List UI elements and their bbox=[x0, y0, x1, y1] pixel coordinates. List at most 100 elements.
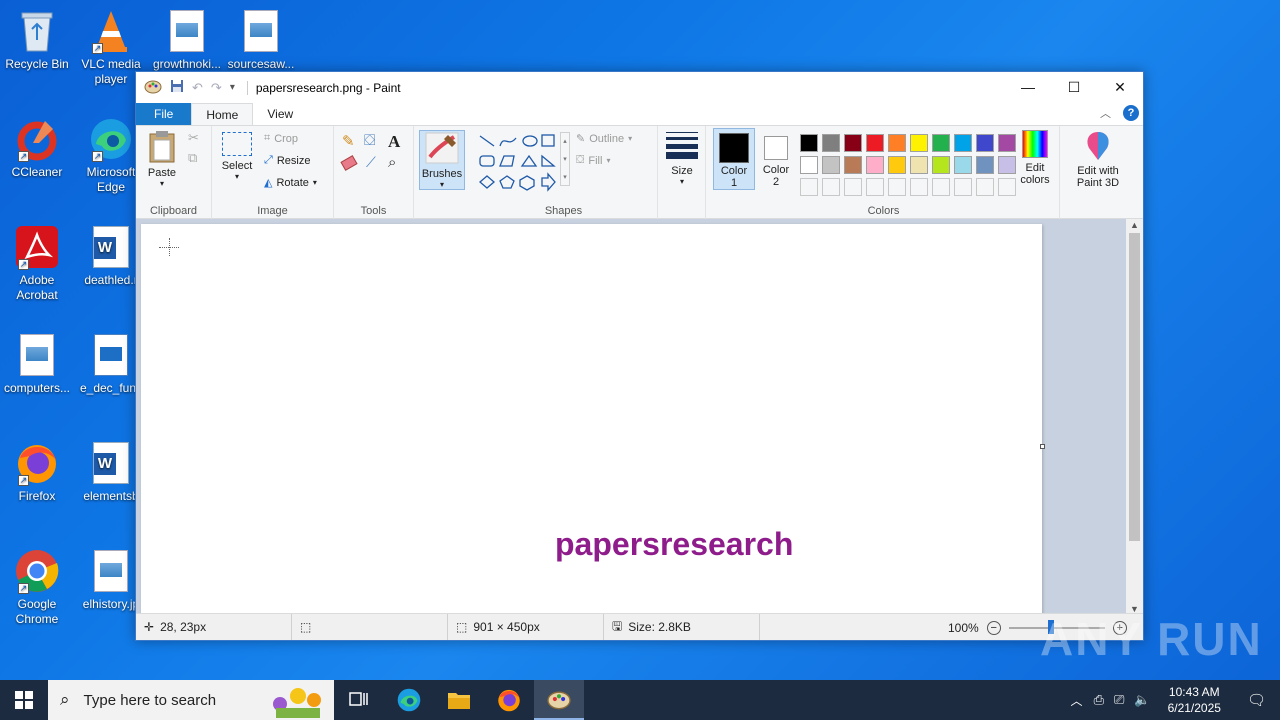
desktop-icon-recycle-bin[interactable]: Recycle Bin bbox=[0, 8, 74, 72]
cut-icon[interactable]: ✂ bbox=[188, 130, 199, 146]
redo-icon[interactable]: ↷ bbox=[211, 80, 222, 96]
palette-empty-swatch[interactable] bbox=[800, 178, 818, 196]
customize-toolbar-chevron-icon[interactable]: ▾ bbox=[230, 82, 235, 93]
crop-button[interactable]: ⌗ Crop bbox=[264, 132, 298, 145]
palette-color-swatch[interactable] bbox=[844, 134, 862, 152]
outline-button[interactable]: ✎ Outline ▾ bbox=[576, 132, 632, 146]
edge-icon: ↗ bbox=[88, 116, 134, 162]
palette-color-swatch[interactable] bbox=[822, 134, 840, 152]
task-view-button[interactable] bbox=[334, 680, 384, 720]
color-picker-icon[interactable]: ⟋ bbox=[366, 154, 376, 171]
palette-empty-swatch[interactable] bbox=[976, 178, 994, 196]
color2-button[interactable]: Color 2 bbox=[756, 128, 796, 190]
undo-icon[interactable]: ↶ bbox=[192, 80, 203, 96]
desktop-icon-growthnoki[interactable]: growthnoki... bbox=[150, 8, 224, 72]
chrome-icon: ↗ bbox=[14, 548, 60, 594]
palette-color-swatch[interactable] bbox=[844, 156, 862, 174]
palette-empty-swatch[interactable] bbox=[866, 178, 884, 196]
clock[interactable]: 10:43 AM 6/21/2025 bbox=[1156, 684, 1233, 716]
shapes-gallery[interactable] bbox=[476, 132, 556, 192]
copy-icon[interactable]: ⧉ bbox=[188, 150, 197, 166]
color1-label-number: 1 bbox=[730, 177, 738, 189]
palette-color-swatch[interactable] bbox=[866, 134, 884, 152]
notifications-icon[interactable]: 🗨 bbox=[1233, 691, 1280, 709]
text-icon[interactable]: A bbox=[388, 132, 400, 152]
minimize-button[interactable]: — bbox=[1005, 72, 1051, 102]
palette-color-swatch[interactable] bbox=[976, 134, 994, 152]
palette-color-swatch[interactable] bbox=[910, 134, 928, 152]
select-button[interactable]: Select ▾ bbox=[220, 132, 254, 181]
desktop-icon-acrobat[interactable]: ↗ Adobe Acrobat bbox=[0, 224, 74, 303]
tab-file[interactable]: File bbox=[136, 103, 192, 125]
select-icon bbox=[222, 132, 252, 156]
collapse-ribbon-icon[interactable]: ︿ bbox=[1100, 105, 1111, 121]
save-icon[interactable] bbox=[170, 79, 184, 96]
eraser-icon[interactable] bbox=[340, 155, 358, 171]
taskbar-search-box[interactable]: ⌕ Type here to search bbox=[48, 680, 334, 720]
palette-color-swatch[interactable] bbox=[976, 156, 994, 174]
palette-empty-swatch[interactable] bbox=[954, 178, 972, 196]
drawing-canvas[interactable]: papersresearch bbox=[141, 224, 1045, 614]
scrollbar-thumb[interactable] bbox=[1129, 233, 1140, 541]
canvas-resize-handle[interactable] bbox=[1040, 444, 1045, 449]
palette-empty-swatch[interactable] bbox=[932, 178, 950, 196]
fill-bucket-icon[interactable]: ⛋ bbox=[364, 132, 375, 149]
palette-color-swatch[interactable] bbox=[888, 156, 906, 174]
palette-color-swatch[interactable] bbox=[954, 134, 972, 152]
pencil-icon[interactable]: ✎ bbox=[342, 132, 355, 150]
tab-view[interactable]: View bbox=[253, 103, 307, 125]
image-group-label: Image bbox=[257, 205, 288, 217]
color1-button[interactable]: Color 1 bbox=[713, 128, 755, 190]
edit-colors-button[interactable]: Edit colors bbox=[1014, 130, 1056, 186]
paste-button[interactable]: Paste ▾ bbox=[144, 130, 180, 188]
desktop-icon-firefox[interactable]: ↗ Firefox bbox=[0, 440, 74, 504]
brushes-button[interactable]: Brushes ▾ bbox=[419, 130, 465, 190]
taskbar-edge-button[interactable] bbox=[384, 680, 434, 720]
edit-colors-label-line2: colors bbox=[1020, 174, 1050, 186]
palette-empty-swatch[interactable] bbox=[822, 178, 840, 196]
palette-color-swatch[interactable] bbox=[800, 134, 818, 152]
magnifier-icon[interactable]: ⌕ bbox=[388, 154, 396, 171]
zoom-out-icon[interactable]: − bbox=[986, 620, 1001, 635]
shapes-scroll[interactable]: ▴ ▾ ▾ bbox=[560, 132, 570, 186]
tab-home[interactable]: Home bbox=[191, 103, 254, 125]
palette-color-swatch[interactable] bbox=[822, 156, 840, 174]
device-icon[interactable]: ⎙ bbox=[1089, 692, 1109, 708]
help-icon[interactable]: ? bbox=[1123, 105, 1139, 121]
vertical-scrollbar[interactable]: ▲ ▼ bbox=[1126, 219, 1143, 614]
file-size-value: Size: 2.8KB bbox=[628, 620, 691, 634]
palette-color-swatch[interactable] bbox=[800, 156, 818, 174]
desktop-icon-computers[interactable]: computers... bbox=[0, 332, 74, 396]
start-button[interactable] bbox=[0, 680, 48, 720]
desktop-icon-label: Google Chrome bbox=[15, 597, 59, 626]
maximize-button[interactable]: ☐ bbox=[1051, 72, 1097, 102]
volume-icon[interactable]: 🔈 bbox=[1129, 692, 1155, 708]
resize-button[interactable]: ⤢ Resize bbox=[264, 154, 310, 167]
rotate-button[interactable]: ◭ Rotate ▾ bbox=[264, 176, 317, 190]
close-button[interactable]: ✕ bbox=[1097, 72, 1143, 102]
palette-color-swatch[interactable] bbox=[888, 134, 906, 152]
fill-button[interactable]: ⛋ Fill ▾ bbox=[576, 154, 610, 167]
taskbar-firefox-button[interactable] bbox=[484, 680, 534, 720]
show-hidden-icons-chevron-icon[interactable]: ︿ bbox=[1065, 692, 1089, 709]
desktop-icon-chrome[interactable]: ↗ Google Chrome bbox=[0, 548, 74, 627]
palette-empty-swatch[interactable] bbox=[844, 178, 862, 196]
size-button[interactable]: Size ▾ bbox=[664, 132, 700, 186]
taskbar-file-explorer-button[interactable] bbox=[434, 680, 484, 720]
ribbon-tabs: File Home View ︿ ? bbox=[136, 103, 1143, 125]
palette-color-swatch[interactable] bbox=[932, 156, 950, 174]
paste-icon bbox=[149, 131, 175, 163]
desktop-icon-ccleaner[interactable]: ↗ CCleaner bbox=[0, 116, 74, 180]
palette-color-swatch[interactable] bbox=[954, 156, 972, 174]
desktop-icon-sourcesaw[interactable]: sourcesaw... bbox=[224, 8, 298, 72]
palette-color-swatch[interactable] bbox=[910, 156, 928, 174]
palette-color-swatch[interactable] bbox=[932, 134, 950, 152]
search-placeholder: Type here to search bbox=[83, 691, 217, 709]
network-icon[interactable]: ⎚ bbox=[1109, 692, 1129, 708]
edit-with-paint3d-button[interactable]: Edit with Paint 3D bbox=[1068, 130, 1128, 189]
taskbar-paint-button[interactable] bbox=[534, 680, 584, 720]
palette-color-swatch[interactable] bbox=[866, 156, 884, 174]
crop-label: Crop bbox=[274, 132, 299, 145]
palette-empty-swatch[interactable] bbox=[910, 178, 928, 196]
palette-empty-swatch[interactable] bbox=[888, 178, 906, 196]
